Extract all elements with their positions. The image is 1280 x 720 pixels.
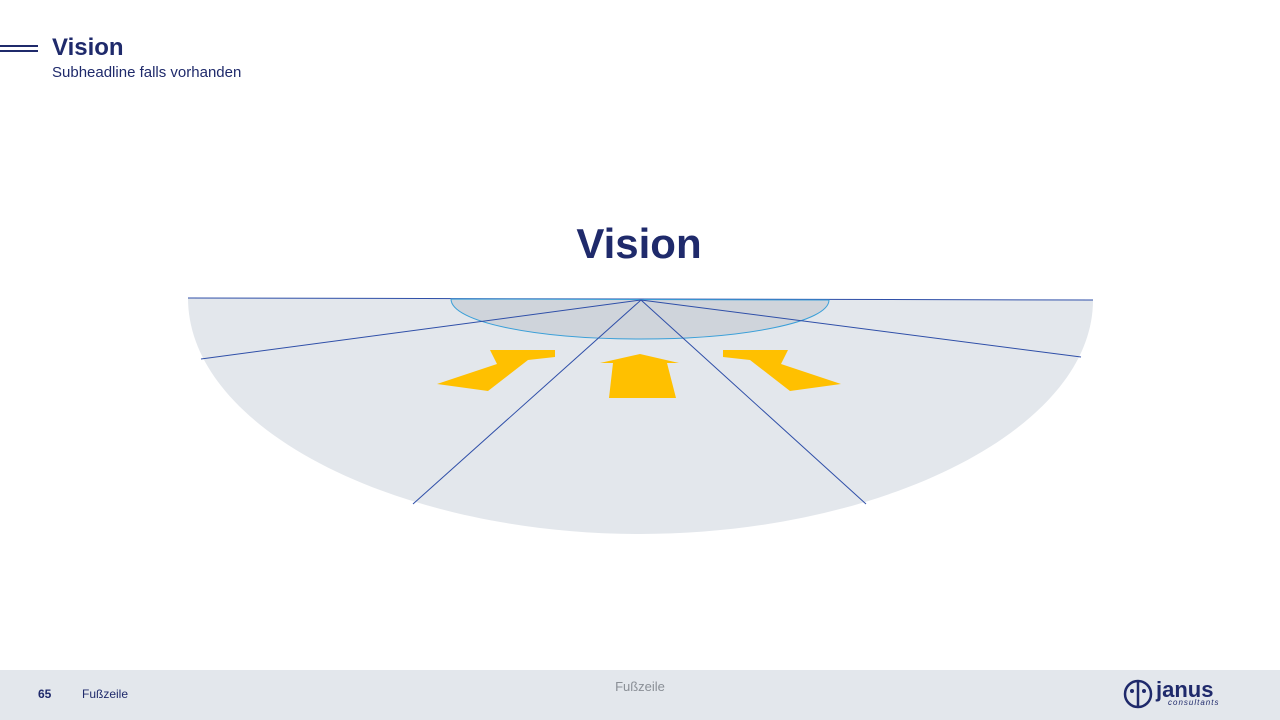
janus-logo: janus consultants — [1120, 674, 1250, 714]
diagram-heading: Vision — [576, 220, 701, 267]
logo-tagline: consultants — [1168, 698, 1220, 707]
janus-face-icon — [1123, 679, 1153, 709]
vision-diagram: Vision — [187, 220, 1094, 534]
arrow-icon-center — [600, 354, 679, 398]
footer-center-text: Fußzeile — [615, 679, 665, 694]
slide: Vision Subheadline falls vorhanden Visio… — [0, 0, 1280, 720]
footer: 65 Fußzeile Fußzeile janus consultants — [0, 670, 1280, 720]
